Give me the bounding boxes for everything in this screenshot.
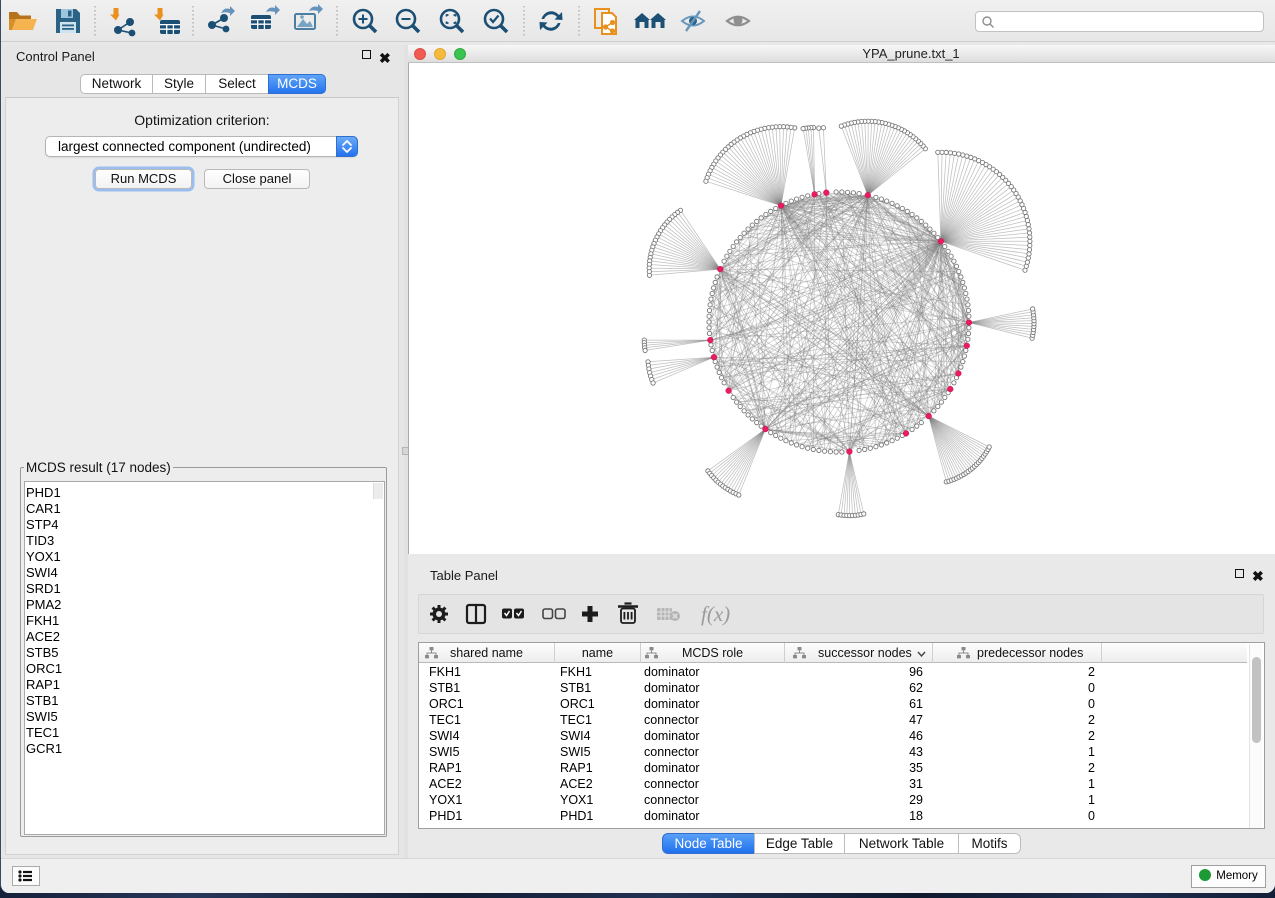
svg-text:f(x): f(x)	[701, 602, 730, 626]
